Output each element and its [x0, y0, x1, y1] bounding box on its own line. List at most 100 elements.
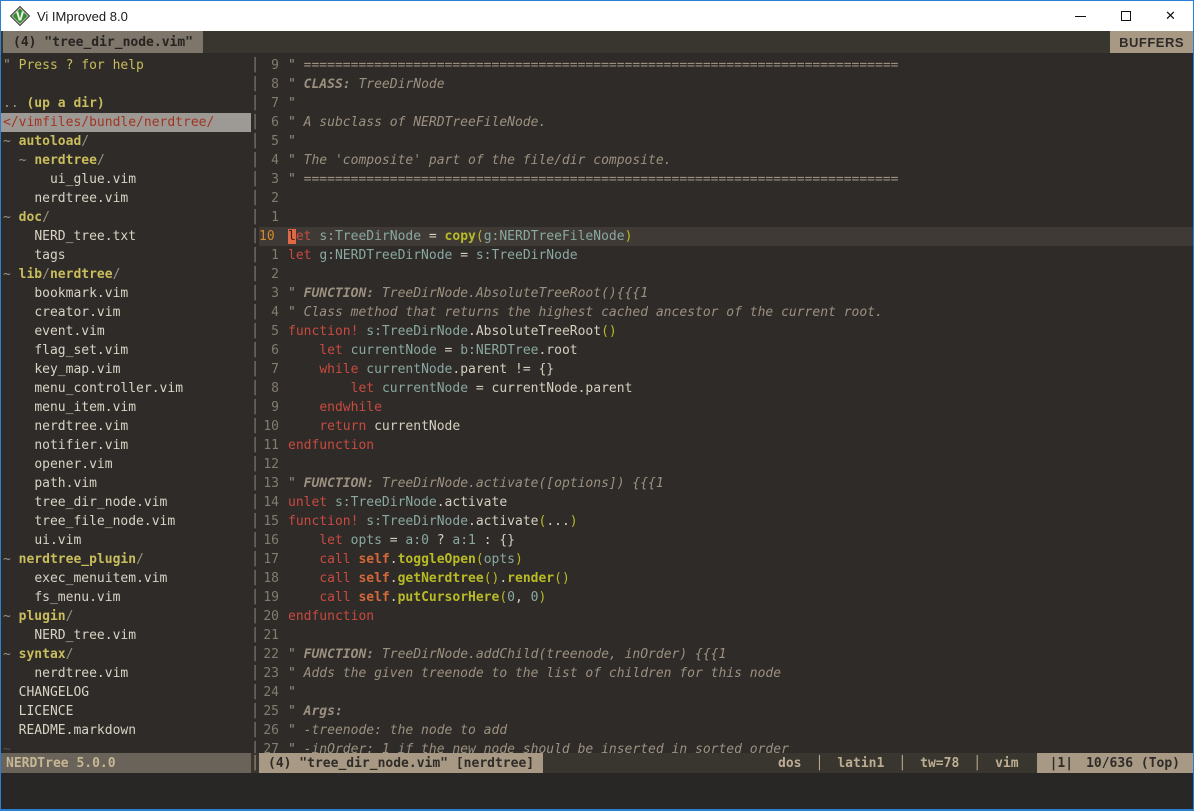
tree-item[interactable]: ui.vim: [1, 531, 251, 550]
tree-item[interactable]: nerdtree.vim: [1, 417, 251, 436]
tree-item[interactable]: tree_file_node.vim: [1, 512, 251, 531]
tree-item[interactable]: CHANGELOG: [1, 683, 251, 702]
code-line[interactable]: 6 let currentNode = b:NERDTree.root: [259, 341, 1193, 360]
code-line[interactable]: 6" A subclass of NERDTreeFileNode.: [259, 113, 1193, 132]
maximize-button[interactable]: [1103, 1, 1148, 31]
code-line[interactable]: 26" -treenode: the node to add: [259, 721, 1193, 740]
code-line[interactable]: 9 endwhile: [259, 398, 1193, 417]
code-token: [288, 400, 319, 415]
code-line[interactable]: 23" Adds the given treenode to the list …: [259, 664, 1193, 683]
tree-item[interactable]: " Press ? for help: [1, 56, 251, 75]
tree-item[interactable]: README.markdown: [1, 721, 251, 740]
close-button[interactable]: ✕: [1148, 1, 1193, 31]
tree-item[interactable]: flag_set.vim: [1, 341, 251, 360]
code-line[interactable]: 22" FUNCTION: TreeDirNode.addChild(treen…: [259, 645, 1193, 664]
code-line[interactable]: 7": [259, 94, 1193, 113]
tree-item[interactable]: menu_controller.vim: [1, 379, 251, 398]
tree-item[interactable]: tree_dir_node.vim: [1, 493, 251, 512]
tree-item[interactable]: exec_menuitem.vim: [1, 569, 251, 588]
code-line[interactable]: 1: [259, 208, 1193, 227]
tree-item[interactable]: menu_item.vim: [1, 398, 251, 417]
code-line-text: return currentNode: [288, 419, 460, 434]
tree-item[interactable]: opener.vim: [1, 455, 251, 474]
tree-item[interactable]: ~ plugin/: [1, 607, 251, 626]
tree-item[interactable]: NERD_tree.vim: [1, 626, 251, 645]
code-line[interactable]: 9" =====================================…: [259, 56, 1193, 75]
tree-item[interactable]: fs_menu.vim: [1, 588, 251, 607]
code-line[interactable]: 4" The 'composite' part of the file/dir …: [259, 151, 1193, 170]
code-line[interactable]: 20endfunction: [259, 607, 1193, 626]
minimize-button[interactable]: [1058, 1, 1103, 31]
tree-item[interactable]: ~ nerdtree/: [1, 151, 251, 170]
code-token: /: [66, 609, 74, 624]
code-line-current[interactable]: 10let s:TreeDirNode = copy(g:NERDTreeFil…: [259, 227, 1193, 246]
line-number: 5: [259, 132, 279, 151]
code-line[interactable]: 1let g:NERDTreeDirNode = s:TreeDirNode: [259, 246, 1193, 265]
code-token: .: [390, 552, 398, 567]
code-token: TreeDirNode.addChild(treenode, inOrder) …: [374, 647, 726, 662]
code-token: let: [288, 248, 311, 263]
tree-item[interactable]: ~: [1, 740, 251, 753]
tree-item[interactable]: creator.vim: [1, 303, 251, 322]
code-line-text: let currentNode = b:NERDTree.root: [288, 343, 578, 358]
code-line[interactable]: 16 let opts = a:0 ? a:1 : {}: [259, 531, 1193, 550]
code-token: TreeDirNode.AbsoluteTreeRoot(){{{1: [374, 286, 648, 301]
tree-root-item[interactable]: </vimfiles/bundle/nerdtree/: [1, 113, 251, 132]
code-line[interactable]: 3" FUNCTION: TreeDirNode.AbsoluteTreeRoo…: [259, 284, 1193, 303]
code-line[interactable]: 4" Class method that returns the highest…: [259, 303, 1193, 322]
code-line[interactable]: 10 return currentNode: [259, 417, 1193, 436]
code-line[interactable]: 15function! s:TreeDirNode.activate(...): [259, 512, 1193, 531]
tree-item[interactable]: ui_glue.vim: [1, 170, 251, 189]
code-token: endfunction: [288, 438, 374, 453]
line-number: 23: [259, 664, 279, 683]
code-line[interactable]: 13" FUNCTION: TreeDirNode.activate([opti…: [259, 474, 1193, 493]
tree-item[interactable]: NERD_tree.txt: [1, 227, 251, 246]
tree-item[interactable]: ~ lib/nerdtree/: [1, 265, 251, 284]
code-line[interactable]: 3" =====================================…: [259, 170, 1193, 189]
code-line[interactable]: 5": [259, 132, 1193, 151]
code-line[interactable]: 18 call self.getNerdtree().render(): [259, 569, 1193, 588]
tree-item[interactable]: bookmark.vim: [1, 284, 251, 303]
code-line[interactable]: 5function! s:TreeDirNode.AbsoluteTreeRoo…: [259, 322, 1193, 341]
code-token: " -inOrder: 1 if the new node should be …: [288, 742, 789, 753]
code-line[interactable]: 14unlet s:TreeDirNode.activate: [259, 493, 1193, 512]
code-token: .activate: [468, 514, 538, 529]
code-line-text: function! s:TreeDirNode.AbsoluteTreeRoot…: [288, 324, 617, 339]
code-line[interactable]: 11endfunction: [259, 436, 1193, 455]
tree-item[interactable]: ~ autoload/: [1, 132, 251, 151]
code-token: nerdtree: [50, 267, 113, 282]
tree-item[interactable]: ~ doc/: [1, 208, 251, 227]
code-line[interactable]: 2: [259, 189, 1193, 208]
tree-item[interactable]: ~ syntax/: [1, 645, 251, 664]
window-divider[interactable]: │││││││││││││││││││││││││││││││││││││: [251, 56, 259, 753]
tree-item[interactable]: key_map.vim: [1, 360, 251, 379]
code-line[interactable]: 21: [259, 626, 1193, 645]
tree-item[interactable]: [1, 75, 251, 94]
code-line[interactable]: 25" Args:: [259, 702, 1193, 721]
tree-item[interactable]: nerdtree.vim: [1, 664, 251, 683]
code-token: et: [296, 229, 312, 244]
code-line[interactable]: 19 call self.putCursorHere(0, 0): [259, 588, 1193, 607]
tree-item[interactable]: path.vim: [1, 474, 251, 493]
tree-item[interactable]: tags: [1, 246, 251, 265]
tree-item[interactable]: LICENCE: [1, 702, 251, 721]
code-line[interactable]: 17 call self.toggleOpen(opts): [259, 550, 1193, 569]
code-token: nerdtree_plugin: [19, 552, 136, 567]
code-line[interactable]: 2: [259, 265, 1193, 284]
tree-item[interactable]: notifier.vim: [1, 436, 251, 455]
code-line[interactable]: 24": [259, 683, 1193, 702]
code-line[interactable]: 7 while currentNode.parent != {}: [259, 360, 1193, 379]
tree-item[interactable]: ~ nerdtree_plugin/: [1, 550, 251, 569]
code-line[interactable]: 27" -inOrder: 1 if the new node should b…: [259, 740, 1193, 753]
tree-item[interactable]: event.vim: [1, 322, 251, 341]
code-line[interactable]: 8 let currentNode = currentNode.parent: [259, 379, 1193, 398]
code-line-text: " Args:: [288, 704, 343, 719]
code-line[interactable]: 12: [259, 455, 1193, 474]
tab-tree-dir-node[interactable]: (4) "tree_dir_node.vim": [3, 31, 203, 53]
code-token: currentNode: [366, 419, 460, 434]
code-line[interactable]: 8" CLASS: TreeDirNode: [259, 75, 1193, 94]
tree-item[interactable]: .. (up a dir): [1, 94, 251, 113]
code-token: ": [288, 476, 304, 491]
code-token: " -treenode: the node to add: [288, 723, 507, 738]
tree-item[interactable]: nerdtree.vim: [1, 189, 251, 208]
